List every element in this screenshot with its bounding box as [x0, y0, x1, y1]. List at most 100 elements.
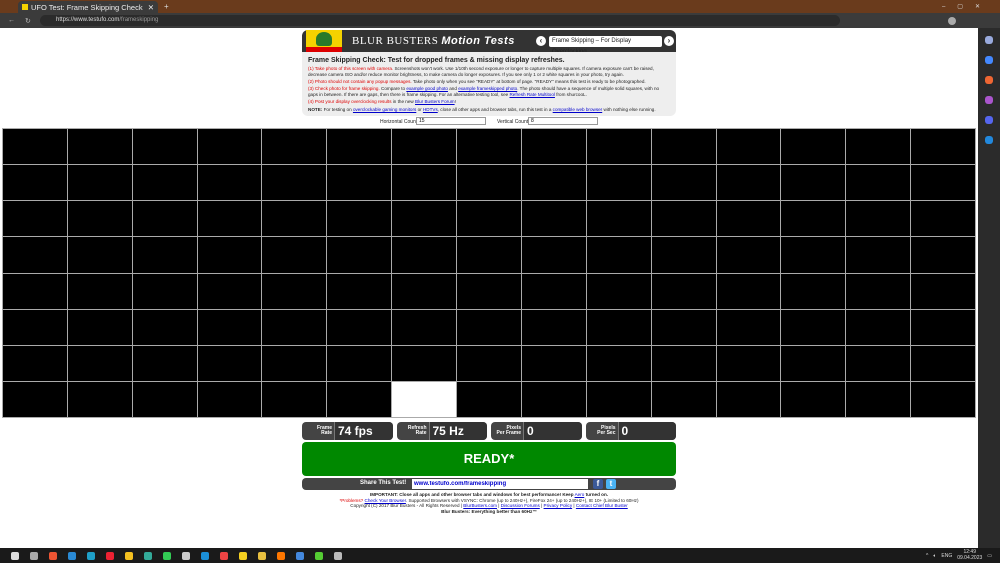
grid-cell [327, 309, 392, 345]
test-select[interactable]: Frame Skipping – For Display Overclockin… [549, 36, 662, 55]
grid-cell [781, 129, 846, 165]
outlook-icon[interactable] [985, 136, 993, 144]
taskbar-app-icon[interactable] [258, 551, 266, 560]
copilot-icon[interactable] [985, 116, 993, 124]
tools-icon[interactable] [985, 76, 993, 84]
compatible-browser-link[interactable]: compatible web browser [553, 107, 603, 112]
twitter-icon[interactable]: t [606, 479, 616, 489]
back-icon[interactable]: ← [8, 17, 15, 24]
taskbar-app-icon[interactable] [315, 551, 323, 560]
grid-cell [716, 309, 781, 345]
grid-cell [327, 237, 392, 273]
good-photo-link[interactable]: example good photo [406, 86, 448, 91]
taskbar-app-icon[interactable] [277, 551, 285, 560]
taskbar-app-icon[interactable] [220, 551, 228, 560]
site-header: BLUR BUSTERS Motion Tests ‹ Frame Skippin… [302, 30, 676, 55]
facebook-icon[interactable]: f [593, 479, 603, 489]
blurbusters-link[interactable]: BlurBusters.com [463, 503, 497, 508]
grid-cell [327, 129, 392, 165]
taskbar-app-icon[interactable] [144, 551, 152, 560]
stat-label: Frame Rate [316, 424, 332, 436]
forum-link[interactable]: Blur Busters Forum [415, 99, 455, 104]
taskbar-app-icon[interactable] [87, 551, 95, 560]
grid-cell [781, 237, 846, 273]
horizontal-count-input[interactable] [416, 117, 486, 125]
contact-link[interactable]: Contact Chief Blur Buster [576, 503, 628, 508]
share-url-input[interactable] [412, 479, 588, 489]
privacy-link[interactable]: Privacy Policy [544, 503, 573, 508]
prev-test-button[interactable]: ‹ [536, 36, 546, 46]
refresh-icon[interactable]: ↻ [25, 17, 31, 25]
new-tab-button[interactable]: + [164, 2, 169, 11]
grid-cell [197, 237, 262, 273]
grid-cell [716, 381, 781, 417]
taskbar-app-icon[interactable] [125, 551, 133, 560]
gaming-monitors-link[interactable]: overclockable gaming monitors [353, 107, 416, 112]
multitool-link[interactable]: Refresh Rate Multitool [509, 92, 554, 97]
browser-tab[interactable]: UFO Test: Frame Skipping Check ✕ [18, 1, 158, 13]
hdtvs-link[interactable]: HDTVs [423, 107, 438, 112]
grid-cell [846, 273, 911, 309]
grid-cell [262, 345, 327, 381]
problems-label: *Problems? [339, 497, 364, 503]
grid-cell [67, 381, 132, 417]
grid-cell [327, 273, 392, 309]
grid-cell [781, 345, 846, 381]
grid-cell [911, 309, 975, 345]
step2-label: (2) Photo should not contain any popup m… [308, 79, 412, 85]
aero-link[interactable]: Aero [575, 492, 585, 497]
search-icon[interactable] [985, 36, 993, 44]
close-tab-icon[interactable]: ✕ [148, 3, 154, 12]
taskbar-app-icon[interactable] [68, 551, 76, 560]
grid-cell [911, 345, 975, 381]
grid-cell [716, 201, 781, 237]
volume-icon[interactable]: 🔈︎ [933, 553, 936, 559]
shopping-icon[interactable] [985, 56, 993, 64]
step1-label: (1) Take photo of this screen with camer… [308, 66, 394, 71]
address-bar[interactable]: https://www.testufo.com/frameskipping [40, 15, 840, 26]
profile-avatar[interactable] [948, 16, 956, 25]
window-controls[interactable]: –▢✕ [942, 3, 992, 10]
grid-cell [3, 309, 67, 345]
notifications-icon[interactable]: ▭ [987, 553, 992, 559]
grid-cell [132, 165, 197, 201]
grid-cell [651, 165, 716, 201]
grid-cell [262, 129, 327, 165]
grid-cell [521, 309, 586, 345]
taskbar-app-icon[interactable] [239, 551, 247, 560]
stat-box: Pixels Per Sec 0 [585, 422, 676, 440]
taskbar-app-icon[interactable] [11, 551, 19, 560]
clock[interactable]: 12:49 09.04.2023 [957, 549, 983, 561]
grid-cell [781, 381, 846, 417]
taskbar-app-icon[interactable] [163, 551, 171, 560]
grid-cell [911, 273, 975, 309]
important-text: Close all apps and other browser tabs an… [399, 492, 574, 497]
taskbar-app-icon[interactable] [49, 551, 57, 560]
grid-cell [392, 309, 457, 345]
blur-busters-logo [306, 30, 342, 52]
taskbar-app-icon[interactable] [30, 551, 38, 560]
tray-chevron-icon[interactable]: ^ [926, 553, 928, 559]
grid-cell [392, 237, 457, 273]
grid-cell [846, 165, 911, 201]
grid-cell [781, 201, 846, 237]
language-indicator[interactable]: ENG [941, 553, 952, 559]
taskbar-app-icon[interactable] [296, 551, 304, 560]
test-title: Frame Skipping Check: Test for dropped f… [308, 57, 565, 64]
taskbar-app-icon[interactable] [106, 551, 114, 560]
grid-cell [132, 273, 197, 309]
forums-link[interactable]: Discussion Forums [501, 503, 540, 508]
note-label: NOTE: [308, 106, 323, 112]
vertical-count-input[interactable] [528, 117, 598, 125]
taskbar-app-icon[interactable] [334, 551, 342, 560]
taskbar-app-icon[interactable] [201, 551, 209, 560]
frameskipped-photo-link[interactable]: example frameskipped photo [458, 86, 517, 91]
date: 09.04.2023 [957, 554, 983, 561]
check-browser-link[interactable]: Check Your Browser [365, 498, 406, 503]
next-test-button[interactable]: › [664, 36, 674, 46]
grid-cell [197, 273, 262, 309]
grid-cell [521, 345, 586, 381]
taskbar-app-icon[interactable] [182, 551, 190, 560]
games-icon[interactable] [985, 96, 993, 104]
grid-cell [586, 309, 651, 345]
